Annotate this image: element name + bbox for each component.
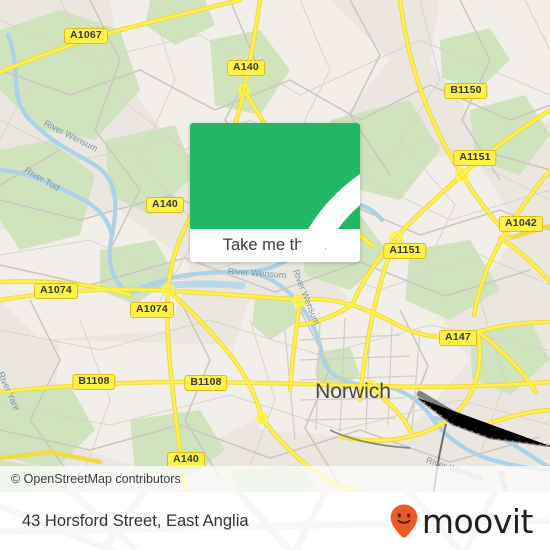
moovit-smiley-pin-icon — [389, 503, 422, 539]
moovit-map-screen: A1067 A140 B1150 A1151 A140 A1042 A1151 A1074 A1… — [0, 0, 550, 550]
road-shield: A1151 — [453, 150, 497, 166]
road-shield: B1108 — [72, 374, 116, 390]
road-shield: A1074 — [34, 283, 78, 299]
map-canvas[interactable]: A1067 A140 B1150 A1151 A140 A1042 A1151 A1074 A1… — [0, 0, 550, 492]
road-shield: A1074 — [130, 302, 174, 318]
road-shield: A1067 — [64, 28, 108, 44]
road-shield: A147 — [439, 330, 477, 346]
road-shield: B1150 — [444, 83, 488, 99]
road-shield: A140 — [227, 60, 265, 76]
popup-card-header — [190, 123, 360, 262]
address-text: 43 Horsford Street, East Anglia — [22, 511, 249, 530]
road-shield: A1042 — [499, 216, 543, 232]
road-shield: B1108 — [184, 375, 228, 391]
osm-attribution-bar: © OpenStreetMap contributors — [0, 466, 550, 492]
place-label: Norwich — [315, 380, 391, 403]
footer-content: 43 Horsford Street, East Anglia moovit — [0, 492, 550, 550]
footer-bar: 43 Horsford Street, East Anglia moovit — [0, 492, 550, 550]
moovit-logo[interactable]: moovit — [389, 501, 534, 541]
destination-popup-card[interactable]: Take me there — [190, 123, 360, 262]
moovit-wordmark: moovit — [421, 501, 534, 541]
road-shield: A140 — [146, 197, 184, 213]
osm-attribution-text: © OpenStreetMap contributors — [11, 472, 181, 486]
road-shield: A1151 — [383, 243, 427, 259]
